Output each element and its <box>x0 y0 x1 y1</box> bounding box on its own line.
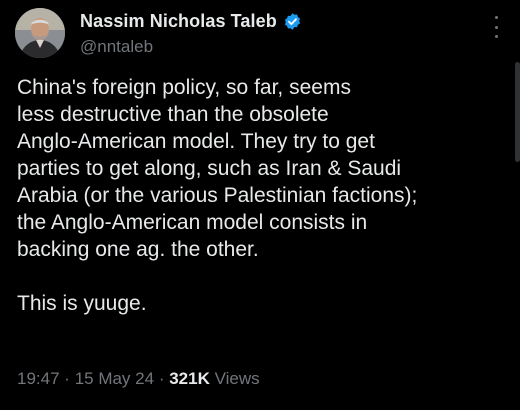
more-dot <box>494 16 498 19</box>
tweet-date[interactable]: 15 May 24 <box>75 369 154 388</box>
more-dot <box>494 35 498 38</box>
tweet-time[interactable]: 19:47 <box>17 369 60 388</box>
tweet-line: China's foreign policy, so far, seems <box>17 76 351 99</box>
tweet-meta: 19:47 · 15 May 24 · 321K Views <box>17 369 260 389</box>
tweet-text: China's foreign policy, so far, seems le… <box>17 74 487 317</box>
more-options-icon[interactable] <box>492 16 500 38</box>
avatar-image <box>15 8 65 58</box>
name-row: Nassim Nicholas Taleb <box>80 10 460 32</box>
author-handle[interactable]: @nntaleb <box>80 37 460 57</box>
tweet-line: Anglo-American model. They try to get <box>17 130 375 153</box>
author-display-name[interactable]: Nassim Nicholas Taleb <box>80 11 277 32</box>
scrollbar[interactable] <box>515 62 520 162</box>
verified-badge-icon <box>283 12 302 31</box>
more-dot <box>494 25 498 29</box>
tweet-line: This is yuuge. <box>17 292 147 315</box>
tweet-line: the Anglo-American model consists in <box>17 211 368 234</box>
meta-separator: · <box>64 369 70 388</box>
tweet-line: backing one ag. the other. <box>17 238 259 261</box>
tweet-line: less destructive than the obsolete <box>17 103 329 126</box>
avatar[interactable] <box>15 8 65 58</box>
views-label: Views <box>214 369 260 388</box>
meta-separator: · <box>158 369 165 388</box>
tweet-line: parties to get along, such as Iran & Sau… <box>17 157 402 180</box>
tweet-line: Arabia (or the various Palestinian facti… <box>17 184 418 207</box>
views-count[interactable]: 321K <box>169 369 210 388</box>
author-block: Nassim Nicholas Taleb @nntaleb <box>80 10 460 57</box>
tweet-card: Nassim Nicholas Taleb @nntaleb China's f… <box>0 0 520 410</box>
